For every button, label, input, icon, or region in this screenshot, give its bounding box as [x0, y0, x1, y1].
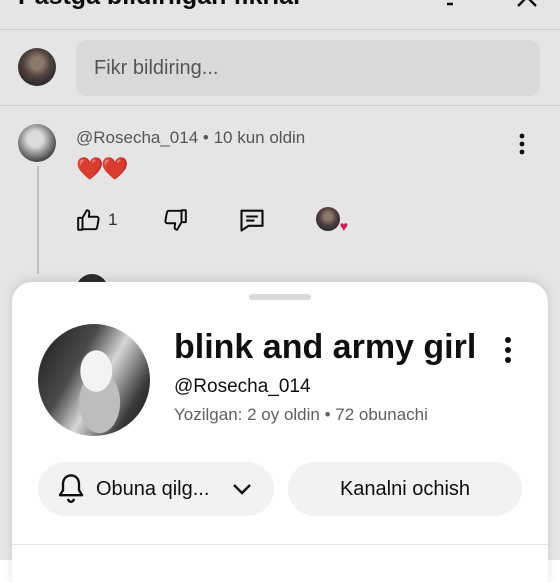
sheet-drag-handle[interactable] [249, 294, 311, 300]
open-channel-label: Kanalni ochish [339, 477, 471, 500]
channel-stats: Yozilgan: 2 oy oldin • 72 obunachi [174, 405, 428, 424]
channel-handle: @Rosecha_014 [174, 376, 311, 397]
chevron-down-icon [233, 484, 251, 495]
subscribed-button[interactable]: Obuna qilg... [38, 462, 274, 516]
bell-icon [58, 474, 84, 503]
subscribe-label: Obuna qilg... [96, 477, 210, 500]
open-channel-button[interactable]: Kanalni ochish [288, 462, 522, 516]
channel-avatar[interactable] [38, 324, 150, 436]
channel-bottom-sheet: blink and army girl @Rosecha_014 Yozilga… [12, 282, 548, 582]
sheet-divider [12, 544, 548, 545]
channel-name: blink and army girl [174, 328, 477, 366]
more-options-icon[interactable] [498, 336, 518, 364]
